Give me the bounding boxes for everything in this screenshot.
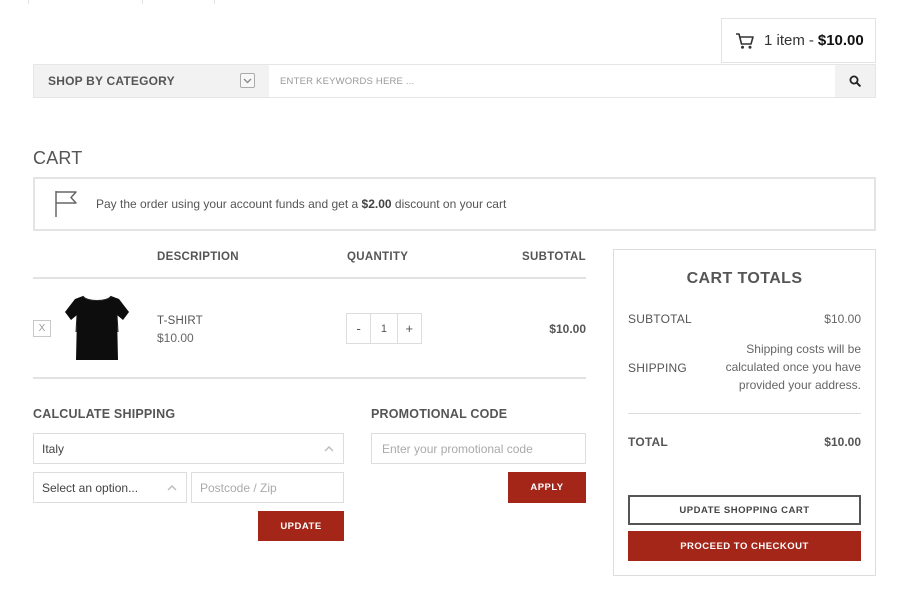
page-title: CART (33, 148, 83, 168)
top-divider-marks (0, 0, 260, 4)
column-header-quantity: QUANTITY (347, 251, 409, 263)
promo-code-placeholder: Enter your promotional code (382, 441, 533, 456)
postcode-field[interactable]: Postcode / Zip (191, 472, 344, 503)
chevron-up-icon (324, 445, 334, 451)
shopping-cart-icon (736, 32, 754, 49)
column-header-subtotal: SUBTOTAL (522, 251, 586, 263)
notice-discount: $2.00 (361, 197, 392, 211)
promotional-code-title: PROMOTIONAL CODE (371, 407, 508, 421)
shipping-label: SHIPPING (628, 361, 687, 375)
notice-text: Pay the order using your account funds a… (96, 197, 506, 211)
account-funds-notice: Pay the order using your account funds a… (33, 177, 876, 231)
mini-cart-count: 1 item (764, 32, 805, 49)
mini-cart[interactable]: 1 item - $10.00 (721, 18, 876, 63)
mini-cart-total: $10.00 (817, 32, 864, 49)
category-dropdown[interactable]: SHOP BY CATEGORY (34, 65, 269, 97)
state-select-value: Select an option... (42, 480, 139, 495)
quantity-decrease-button[interactable]: - (347, 314, 370, 343)
country-select-value: Italy (42, 441, 65, 456)
update-shopping-cart-button[interactable]: UPDATE SHOPPING CART (628, 495, 861, 525)
shipping-value: Shipping costs will be calculated once y… (725, 342, 861, 392)
notice-prefix: Pay the order using your account funds a… (96, 197, 359, 211)
state-select[interactable]: Select an option... (33, 472, 187, 503)
chevron-up-icon (167, 484, 177, 490)
cart-totals-title: CART TOTALS (686, 270, 803, 287)
search-button[interactable] (835, 65, 875, 97)
total-value: $10.00 (824, 435, 861, 449)
notice-suffix: discount on your cart (394, 197, 507, 211)
row-subtotal: $10.00 (549, 322, 586, 336)
postcode-placeholder: Postcode / Zip (200, 480, 277, 495)
column-header-description: DESCRIPTION (157, 251, 239, 263)
product-name[interactable]: T-SHIRT (157, 315, 203, 327)
quantity-value[interactable]: 1 (370, 314, 398, 343)
product-price: $10.00 (157, 331, 194, 345)
chevron-down-icon (240, 73, 255, 88)
calculate-shipping-title: CALCULATE SHIPPING (33, 407, 176, 421)
search-input[interactable] (269, 65, 835, 97)
category-dropdown-label: SHOP BY CATEGORY (48, 74, 175, 88)
table-header-divider (33, 277, 586, 279)
search-icon (849, 75, 861, 87)
proceed-to-checkout-button[interactable]: PROCEED TO CHECKOUT (628, 531, 861, 561)
table-row-divider (33, 377, 586, 379)
mini-cart-separator: - (808, 32, 814, 49)
cart-totals-panel: CART TOTALS SUBTOTAL $10.00 SHIPPING Shi… (613, 249, 876, 576)
product-image-tshirt[interactable] (63, 292, 131, 364)
flag-icon (55, 191, 77, 217)
apply-coupon-button[interactable]: APPLY (508, 472, 586, 503)
promo-code-field[interactable]: Enter your promotional code (371, 433, 586, 464)
remove-item-button[interactable]: X (33, 320, 51, 337)
quantity-stepper: - 1 + (346, 313, 422, 344)
search-bar: SHOP BY CATEGORY (33, 64, 876, 98)
total-label: TOTAL (628, 435, 668, 449)
quantity-increase-button[interactable]: + (398, 314, 421, 343)
totals-divider (628, 413, 861, 414)
subtotal-label: SUBTOTAL (628, 312, 692, 326)
country-select[interactable]: Italy (33, 433, 344, 464)
subtotal-value: $10.00 (824, 312, 861, 326)
update-shipping-button[interactable]: UPDATE (258, 511, 344, 541)
